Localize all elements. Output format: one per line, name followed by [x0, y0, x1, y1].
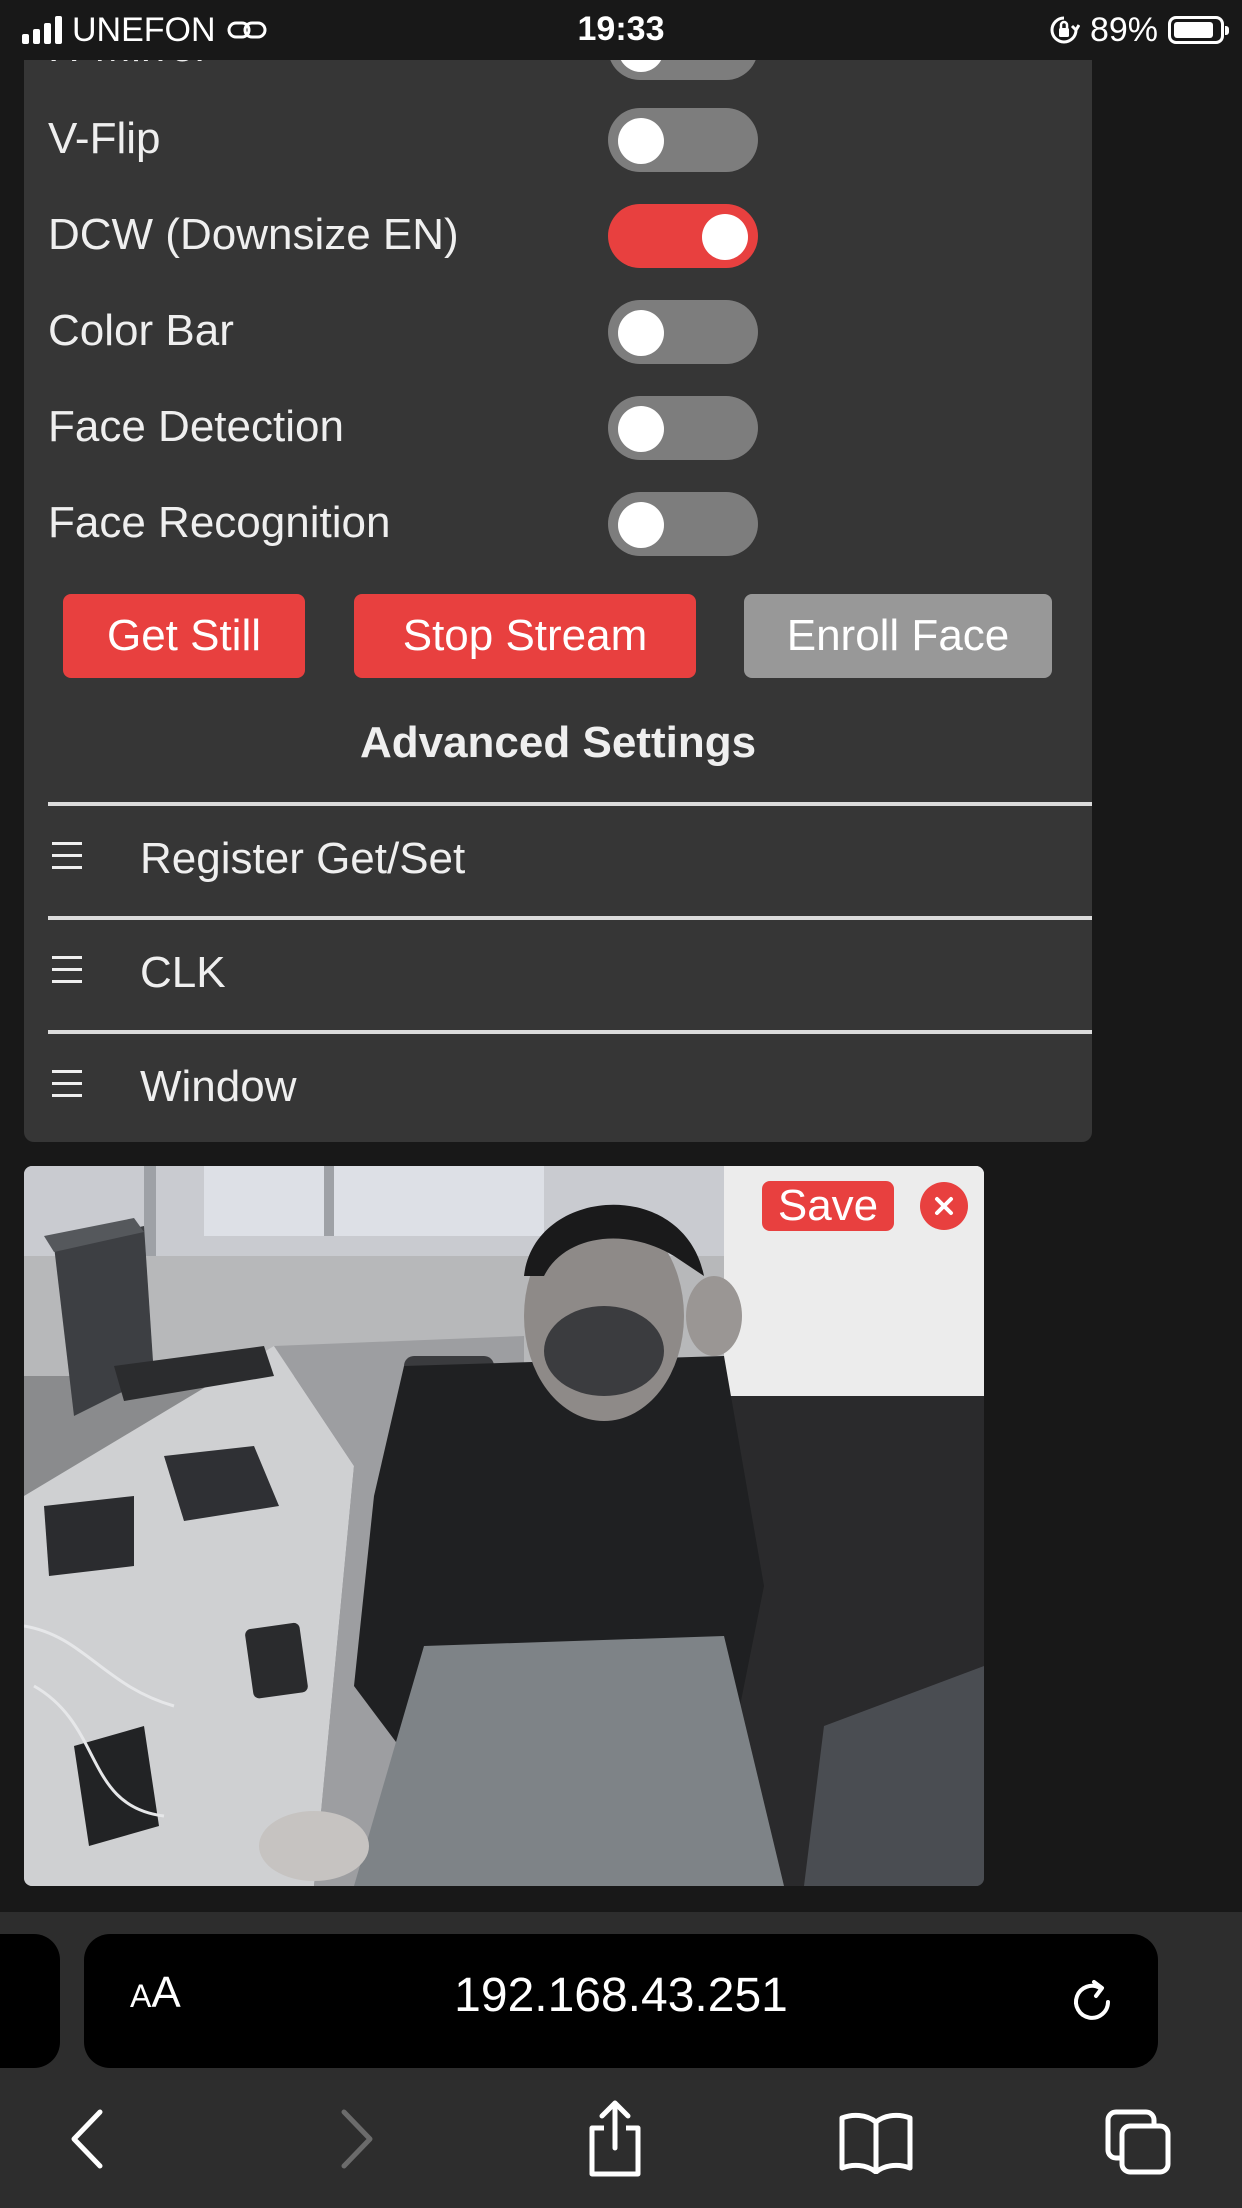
- toggle-row-face-detection: Face Detection: [48, 392, 768, 462]
- share-icon[interactable]: [584, 2098, 646, 2178]
- reload-icon[interactable]: [1064, 1974, 1120, 2030]
- toggle-label: DCW (Downsize EN): [48, 210, 459, 259]
- previous-tab-preview[interactable]: [0, 1934, 60, 2068]
- face-recognition-toggle[interactable]: [608, 492, 758, 556]
- stream-image: [24, 1166, 984, 1886]
- menu-icon: [52, 1070, 82, 1104]
- battery-fill: [1174, 22, 1213, 38]
- save-button[interactable]: Save: [762, 1181, 894, 1231]
- v-flip-toggle[interactable]: [608, 108, 758, 172]
- status-bar: UNEFON 19:33 89%: [0, 0, 1242, 60]
- section-window[interactable]: Window: [48, 1052, 1048, 1122]
- close-icon: [935, 1197, 953, 1215]
- section-register-get-set[interactable]: Register Get/Set: [48, 824, 1048, 894]
- toggle-knob: [618, 118, 664, 164]
- forward-icon: [341, 2109, 373, 2169]
- color-bar-toggle[interactable]: [608, 300, 758, 364]
- menu-icon: [52, 956, 82, 990]
- advanced-settings-title: Advanced Settings: [359, 718, 757, 767]
- toggle-row-face-recognition: Face Recognition: [48, 488, 768, 558]
- battery-icon: [1168, 16, 1229, 44]
- status-right: 89%: [1048, 10, 1229, 50]
- stop-stream-button[interactable]: Stop Stream: [354, 594, 696, 678]
- camera-stream: [24, 1166, 984, 1886]
- back-icon[interactable]: [64, 2104, 114, 2174]
- section-label: Window: [140, 1062, 297, 1111]
- get-still-button[interactable]: Get Still: [63, 594, 305, 678]
- toggle-label: Color Bar: [48, 306, 234, 355]
- toggle-row-color-bar: Color Bar: [48, 296, 768, 366]
- menu-icon: [52, 842, 82, 876]
- toggle-knob: [618, 310, 664, 356]
- toggle-label: Face Recognition: [48, 498, 391, 547]
- enroll-face-button[interactable]: Enroll Face: [744, 594, 1052, 678]
- toggle-knob: [618, 502, 664, 548]
- toggle-row-v-flip: V-Flip: [48, 104, 768, 174]
- section-label: CLK: [140, 948, 226, 997]
- dcw-toggle[interactable]: [608, 204, 758, 268]
- toggle-label: V-Flip: [48, 114, 161, 163]
- toggle-row-dcw: DCW (Downsize EN): [48, 200, 768, 270]
- section-label: Register Get/Set: [140, 834, 466, 883]
- tabs-icon[interactable]: [1104, 2108, 1174, 2178]
- url-text: 192.168.43.251: [454, 1969, 788, 2022]
- close-stream-button[interactable]: [920, 1182, 968, 1230]
- toggle-knob: [702, 214, 748, 260]
- section-clk[interactable]: CLK: [48, 938, 1048, 1008]
- settings-panel: H-Mirror V-Flip DCW (Downsize EN) Color …: [24, 60, 1092, 1142]
- divider: [48, 916, 1092, 920]
- toggle-knob: [618, 60, 664, 72]
- battery-percent: 89%: [1089, 10, 1158, 49]
- divider: [48, 802, 1092, 806]
- bookmarks-icon[interactable]: [838, 2110, 914, 2174]
- h-mirror-toggle[interactable]: [608, 60, 758, 80]
- divider: [48, 1030, 1092, 1034]
- orientation-lock-icon: [1050, 16, 1080, 44]
- toggle-row-h-mirror: H-Mirror: [48, 60, 768, 82]
- toggle-knob: [618, 406, 664, 452]
- face-detection-toggle[interactable]: [608, 396, 758, 460]
- toggle-label: Face Detection: [48, 402, 344, 451]
- toggle-label: H-Mirror: [48, 60, 209, 82]
